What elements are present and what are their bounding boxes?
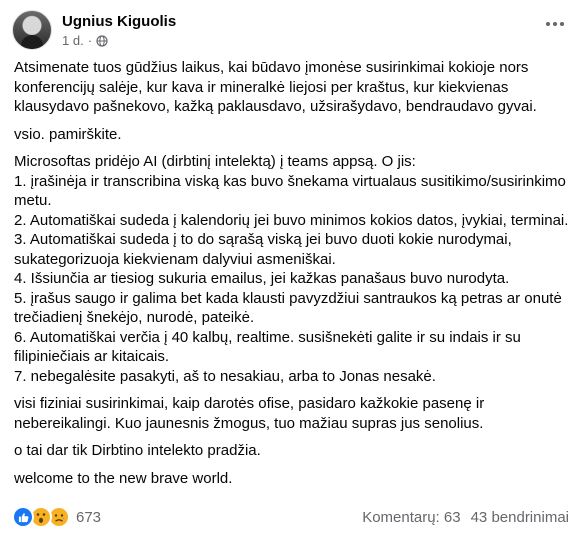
list-item: 1. įrašinėja ir transcribina viską kas b… bbox=[14, 172, 566, 210]
list-intro: Microsoftas pridėjo AI (dirbtinį intelek… bbox=[14, 153, 416, 170]
post-subline: 1 d. · bbox=[62, 32, 176, 49]
reactions-summary[interactable]: 673 bbox=[12, 506, 101, 528]
post-header: Ugnius Kiguolis 1 d. · bbox=[12, 8, 176, 52]
reaction-count: 673 bbox=[76, 508, 102, 526]
post-meta: Ugnius Kiguolis 1 d. · bbox=[62, 12, 176, 49]
list-item: 3. Automatiškai sudeda į to do sąrašą vi… bbox=[14, 231, 512, 268]
list-item: 6. Automatiškai verčia į 40 kalbų, realt… bbox=[14, 328, 521, 366]
post-paragraph: Atsimenate tuos gūdžius laikus, kai būda… bbox=[14, 59, 537, 115]
shares-count[interactable]: 43 bendrinimai bbox=[471, 509, 569, 526]
post-time[interactable]: 1 d. bbox=[62, 32, 84, 49]
more-options-icon[interactable] bbox=[541, 14, 569, 34]
list-item: 2. Automatiškai sudeda į kalendorių jei … bbox=[14, 211, 569, 229]
like-icon bbox=[12, 506, 34, 528]
post-paragraph: visi fiziniai susirinkimai, kaip darotės… bbox=[14, 395, 485, 432]
post-body: Atsimenate tuos gūdžius laikus, kai būda… bbox=[14, 58, 570, 496]
feature-list: Microsoftas pridėjo AI (dirbtinį intelek… bbox=[14, 152, 570, 386]
post-paragraph: vsio. pamirškite. bbox=[14, 125, 122, 143]
globe-icon bbox=[96, 34, 108, 47]
comments-count[interactable]: Komentarų: 63 bbox=[362, 509, 460, 526]
author-name[interactable]: Ugnius Kiguolis bbox=[62, 12, 176, 31]
avatar[interactable] bbox=[12, 10, 52, 50]
list-item: 4. Išsiunčia ar tiesiog sukuria emailus,… bbox=[14, 270, 510, 287]
post-footer: 673 Komentarų: 63 43 bendrinimai bbox=[12, 503, 569, 531]
post-paragraph: welcome to the new brave world. bbox=[14, 469, 233, 487]
list-item: 7. nebegalėsite pasakyti, aš to nesakiau… bbox=[14, 367, 436, 385]
post-paragraph: o tai dar tik Dirbtino intelekto pradžia… bbox=[14, 442, 261, 459]
separator-dot: · bbox=[87, 32, 93, 48]
engagement-stats: Komentarų: 63 43 bendrinimai bbox=[362, 509, 569, 526]
list-item: 5. įrašus saugo ir galima bet kada klaus… bbox=[14, 289, 562, 327]
